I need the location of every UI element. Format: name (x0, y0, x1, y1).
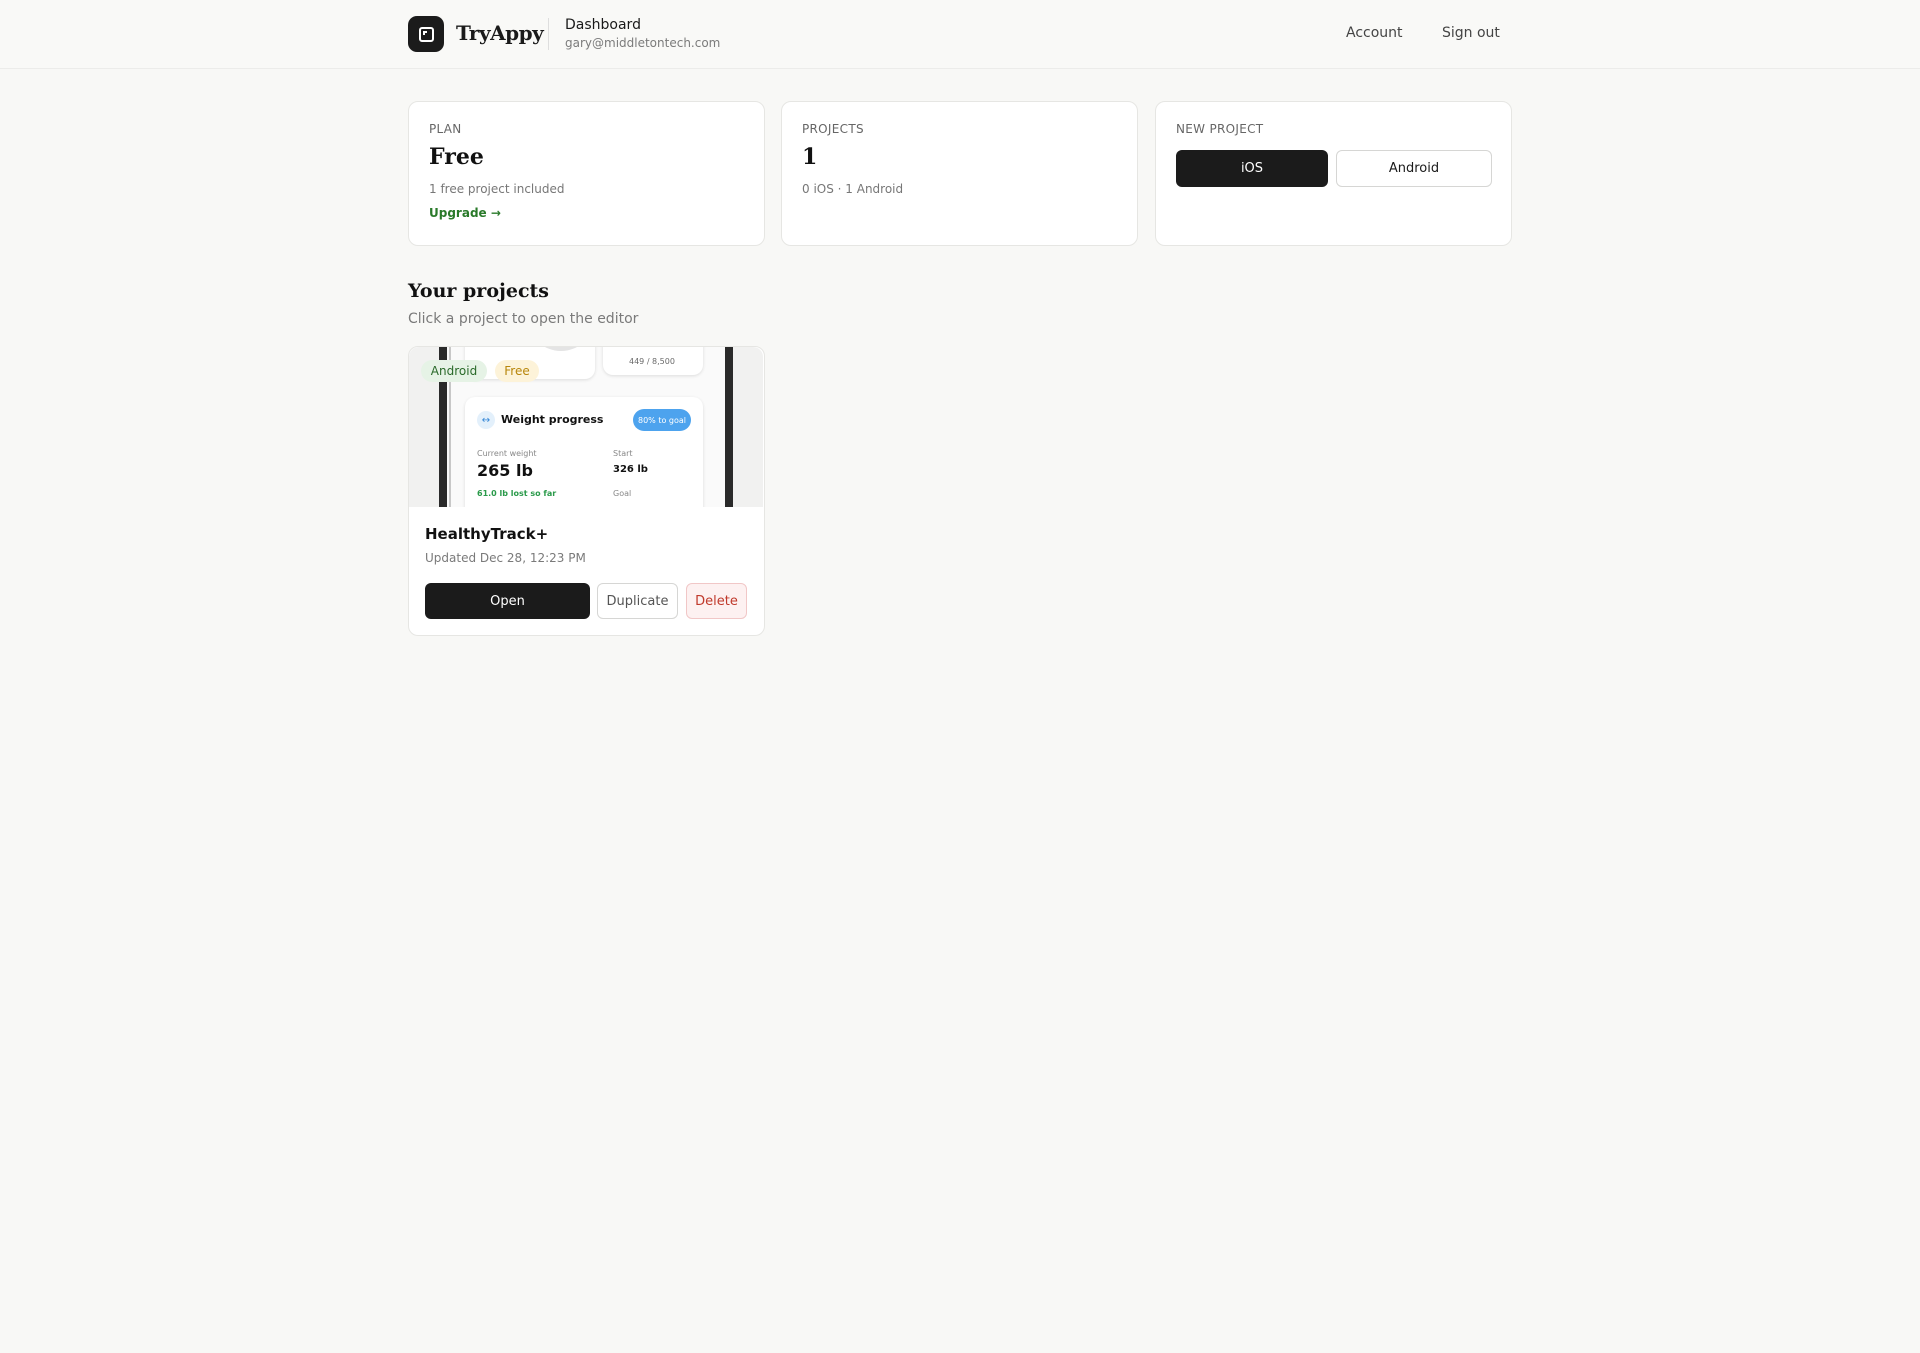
new-project-card: NEW PROJECT iOS Android (1155, 101, 1512, 246)
duplicate-project-button[interactable]: Duplicate (597, 583, 678, 619)
goal-weight-label: Goal (613, 489, 632, 498)
sign-out-link[interactable]: Sign out (1442, 25, 1500, 41)
plan-value: Free (429, 144, 484, 170)
user-email: gary@middletontech.com (565, 36, 721, 50)
plan-description: 1 free project included (429, 182, 565, 196)
section-title: Your projects (408, 280, 549, 302)
weight-lost-text: 61.0 lb lost so far (477, 489, 557, 498)
steps-count: 449 / 8,500 (629, 357, 675, 366)
top-bar: TryAppy Dashboard gary@middletontech.com… (0, 0, 1920, 69)
plan-label: PLAN (429, 122, 462, 136)
projects-breakdown: 0 iOS · 1 Android (802, 182, 904, 196)
page-title: Dashboard (565, 17, 641, 33)
header-divider (548, 18, 549, 50)
ring-graphic (527, 347, 595, 351)
tier-badge: Free (495, 360, 539, 382)
plan-card: PLAN Free 1 free project included Upgrad… (408, 101, 765, 246)
account-link[interactable]: Account (1346, 25, 1403, 41)
project-updated-time: Updated Dec 28, 12:23 PM (425, 551, 586, 565)
start-weight-label: Start (613, 449, 633, 458)
project-preview[interactable]: 449 / 8,500 ↔ Weight progress 80% to goa… (409, 347, 763, 507)
open-project-button[interactable]: Open (425, 583, 590, 619)
platform-badge: Android (421, 360, 487, 382)
delete-project-button[interactable]: Delete (686, 583, 747, 619)
new-ios-project-button[interactable]: iOS (1176, 150, 1328, 187)
project-card[interactable]: 449 / 8,500 ↔ Weight progress 80% to goa… (408, 346, 765, 636)
goal-percent-badge: 80% to goal (633, 409, 691, 431)
steps-card: 449 / 8,500 (603, 347, 703, 375)
start-weight-value: 326 lb (613, 464, 648, 475)
new-project-label: NEW PROJECT (1176, 122, 1264, 136)
weight-progress-card: ↔ Weight progress 80% to goal Current we… (465, 397, 703, 507)
scale-icon: ↔ (477, 411, 495, 429)
projects-count: 1 (802, 144, 818, 170)
current-weight-value: 265 lb (477, 461, 533, 480)
upgrade-link[interactable]: Upgrade → (429, 206, 501, 220)
projects-count-card: PROJECTS 1 0 iOS · 1 Android (781, 101, 1138, 246)
current-weight-label: Current weight (477, 449, 537, 458)
weight-card-title: Weight progress (501, 413, 604, 426)
app-logo-icon[interactable] (408, 16, 444, 52)
section-subtitle: Click a project to open the editor (408, 311, 639, 327)
new-android-project-button[interactable]: Android (1336, 150, 1492, 187)
project-name[interactable]: HealthyTrack+ (425, 525, 548, 543)
brand-name[interactable]: TryAppy (456, 21, 544, 45)
projects-label: PROJECTS (802, 122, 864, 136)
